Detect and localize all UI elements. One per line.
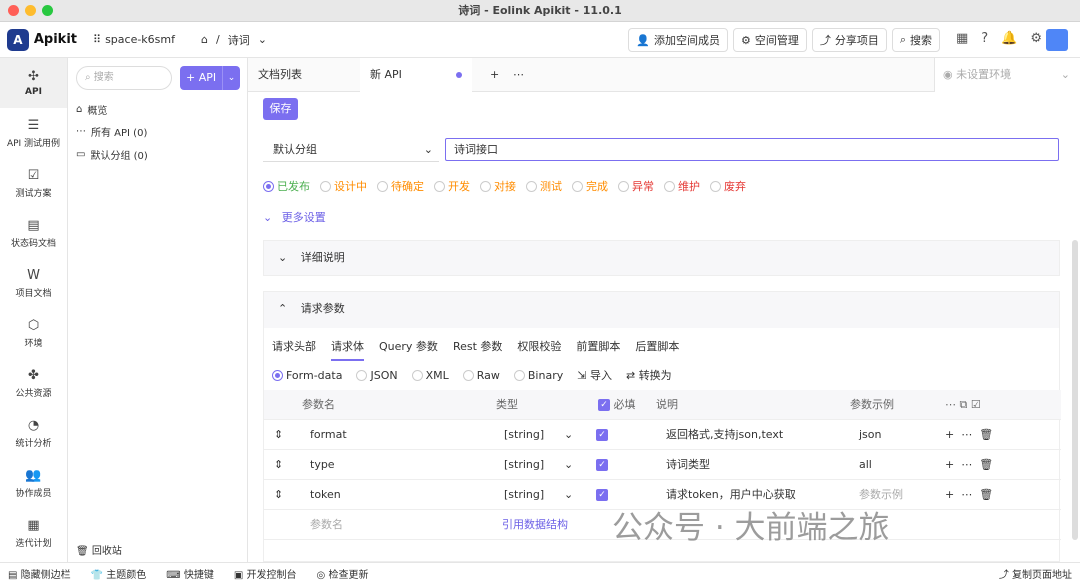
grid-header: 参数名 类型 ✓ 必填 说明 参数示例 ⋯ ⧉ ☑ bbox=[264, 390, 1061, 420]
nav-status-doc[interactable]: ▤ 状态码文档 bbox=[0, 208, 67, 258]
logo-icon: A bbox=[7, 28, 29, 51]
subtab-post-script[interactable]: 后置脚本 bbox=[635, 338, 679, 361]
table-row: ⇕ format [string] ⌄ ✓ 返回格式,支持json,text js… bbox=[264, 420, 1061, 450]
format-form-data[interactable]: Form-data bbox=[272, 369, 342, 382]
body-format: Form-data JSON XML Raw Binary ⇲ 导入 ⇄ 转换为 bbox=[272, 367, 672, 383]
api-tree: ⌕ 搜索 + API ⌄ ⌂ 概览 ⋯ 所有 API (0) ▭ 默认分组 (0) 🗑 … bbox=[68, 58, 248, 562]
dev-console-button[interactable]: ▣ 开发控制台 bbox=[234, 566, 297, 581]
watermark: 公众号 · 大前端之旅 bbox=[612, 510, 890, 546]
format-binary[interactable]: Binary bbox=[513, 369, 563, 382]
more-settings-link[interactable]: ⌄ 更多设置 bbox=[263, 209, 326, 225]
params-header[interactable]: ⌃ 请求参数 bbox=[264, 292, 1059, 328]
subtab-pre-script[interactable]: 前置脚本 bbox=[576, 338, 620, 361]
status-radio[interactable]: 废弃 bbox=[710, 178, 746, 194]
status-radio[interactable]: 设计中 bbox=[320, 178, 367, 194]
scrollbar[interactable] bbox=[1072, 240, 1078, 540]
status-radio[interactable]: 完成 bbox=[572, 178, 608, 194]
copy-url-button[interactable]: ⤴ 复制页面地址 bbox=[999, 566, 1072, 581]
subtab-body[interactable]: 请求体 bbox=[331, 338, 364, 361]
api-name-input[interactable]: 诗词接口 bbox=[445, 138, 1059, 161]
left-nav: ✣ API ☰ API 测试用例 ☑ 测试方案 ▤ 状态码文档 W 项目文档 ⬡ 环境 ✤ 公… bbox=[0, 58, 68, 562]
status-radio[interactable]: 对接 bbox=[480, 178, 516, 194]
doc-tabs: 文档列表 新 API + ⋯ ◉ 未设置环境 ⌄ bbox=[248, 58, 1080, 92]
import-button[interactable]: ⇲ 导入 bbox=[577, 367, 612, 383]
breadcrumb: ⌂ / 诗词 ⌄ bbox=[201, 33, 267, 47]
status-radio[interactable]: 待确定 bbox=[377, 178, 424, 194]
grid-tools[interactable]: ⋯ ⧉ ☑ bbox=[945, 390, 981, 420]
format-json[interactable]: JSON bbox=[356, 369, 398, 382]
group-select[interactable]: 默认分组 ⌄ bbox=[263, 138, 439, 162]
tree-default-group[interactable]: ▭ 默认分组 (0) bbox=[76, 147, 148, 162]
check-update-button[interactable]: ◎ 检查更新 bbox=[317, 566, 369, 581]
env-selector[interactable]: ◉ 未设置环境 ⌄ bbox=[934, 58, 1080, 92]
convert-button[interactable]: ⇄ 转换为 bbox=[626, 367, 672, 383]
status-radios: 已发布 设计中 待确定 开发 对接 测试 完成 异常 维护 废弃 bbox=[263, 178, 746, 194]
subtab-headers[interactable]: 请求头部 bbox=[272, 338, 316, 361]
format-raw[interactable]: Raw bbox=[462, 369, 500, 382]
theme-color-button[interactable]: 👕 主题颜色 bbox=[91, 566, 147, 581]
subtab-query[interactable]: Query 参数 bbox=[379, 338, 438, 361]
status-radio[interactable]: 已发布 bbox=[263, 178, 310, 194]
add-tab-button[interactable]: + bbox=[480, 58, 499, 92]
add-member-button[interactable]: 👤 添加空间成员 bbox=[628, 28, 728, 52]
space-selector[interactable]: ⠿ space-k6smf bbox=[93, 33, 175, 46]
logo-text: Apikit bbox=[33, 32, 77, 47]
nav-api[interactable]: ✣ API bbox=[0, 58, 67, 108]
nav-env[interactable]: ⬡ 环境 bbox=[0, 308, 67, 358]
help-icon[interactable]: ? bbox=[981, 31, 988, 46]
nav-api-test[interactable]: ☰ API 测试用例 bbox=[0, 108, 67, 158]
nav-common[interactable]: ✤ 公共资源 bbox=[0, 358, 67, 408]
share-project-button[interactable]: ⤴ 分享项目 bbox=[811, 28, 887, 52]
recycle-bin[interactable]: 🗑 回收站 bbox=[76, 542, 122, 557]
nav-members[interactable]: 👥 协作成员 bbox=[0, 458, 67, 508]
nav-iteration[interactable]: ▦ 迭代计划 bbox=[0, 508, 67, 558]
tree-search-input[interactable]: ⌕ 搜索 bbox=[76, 66, 172, 90]
shortcuts-button[interactable]: ⌨ 快捷键 bbox=[166, 566, 214, 581]
more-tabs-icon[interactable]: ⋯ bbox=[503, 58, 524, 92]
settings-icon[interactable]: ⚙ bbox=[1030, 31, 1042, 46]
status-bar: ▤ 隐藏侧边栏 👕 主题颜色 ⌨ 快捷键 ▣ 开发控制台 ◎ 检查更新 ⤴ 复制… bbox=[0, 562, 1080, 584]
detail-panel[interactable]: ⌄ 详细说明 bbox=[263, 240, 1060, 276]
topbar: A Apikit ⠿ space-k6smf ⌂ / 诗词 ⌄ 👤 添加空间成员 ⚙ 空间管… bbox=[0, 22, 1080, 58]
space-manage-button[interactable]: ⚙ 空间管理 bbox=[732, 28, 807, 52]
calendar-icon[interactable]: ▦ bbox=[956, 31, 968, 46]
subtab-auth[interactable]: 权限校验 bbox=[517, 338, 561, 361]
api-editor: 保存 默认分组 ⌄ 诗词接口 已发布 设计中 待确定 开发 对接 测试 完成 异常 维护 废弃 ⌄ … bbox=[248, 92, 1080, 562]
avatar[interactable] bbox=[1046, 29, 1068, 51]
subtab-rest[interactable]: Rest 参数 bbox=[453, 338, 502, 361]
window-title: 诗词 - Eolink Apikit - 11.0.1 bbox=[458, 4, 622, 17]
add-api-button[interactable]: + API ⌄ bbox=[180, 66, 240, 90]
nav-project-doc[interactable]: W 项目文档 bbox=[0, 258, 67, 308]
window-titlebar: 诗词 - Eolink Apikit - 11.0.1 bbox=[0, 0, 1080, 22]
status-radio[interactable]: 开发 bbox=[434, 178, 470, 194]
status-radio[interactable]: 异常 bbox=[618, 178, 654, 194]
status-radio[interactable]: 维护 bbox=[664, 178, 700, 194]
save-button[interactable]: 保存 bbox=[263, 98, 298, 120]
nav-test-plan[interactable]: ☑ 测试方案 bbox=[0, 158, 67, 208]
home-icon[interactable]: ⌂ bbox=[201, 33, 208, 46]
nav-stats[interactable]: ◔ 统计分析 bbox=[0, 408, 67, 458]
table-row: ⇕ type [string] ⌄ ✓ 诗词类型 all + ⋯ 🗑 bbox=[264, 450, 1061, 480]
tab-doc-list[interactable]: 文档列表 bbox=[248, 58, 360, 92]
hide-sidebar-button[interactable]: ▤ 隐藏侧边栏 bbox=[8, 566, 71, 581]
search-button[interactable]: ⌕ 搜索 bbox=[891, 28, 940, 52]
bell-icon[interactable]: 🔔 bbox=[1001, 31, 1017, 46]
tree-overview[interactable]: ⌂ 概览 bbox=[76, 102, 107, 117]
tree-all-api[interactable]: ⋯ 所有 API (0) bbox=[76, 124, 147, 139]
param-subtabs: 请求头部 请求体 Query 参数 Rest 参数 权限校验 前置脚本 后置脚本 bbox=[272, 338, 679, 361]
status-radio[interactable]: 测试 bbox=[526, 178, 562, 194]
format-xml[interactable]: XML bbox=[411, 369, 449, 382]
tab-new-api[interactable]: 新 API bbox=[360, 58, 472, 92]
